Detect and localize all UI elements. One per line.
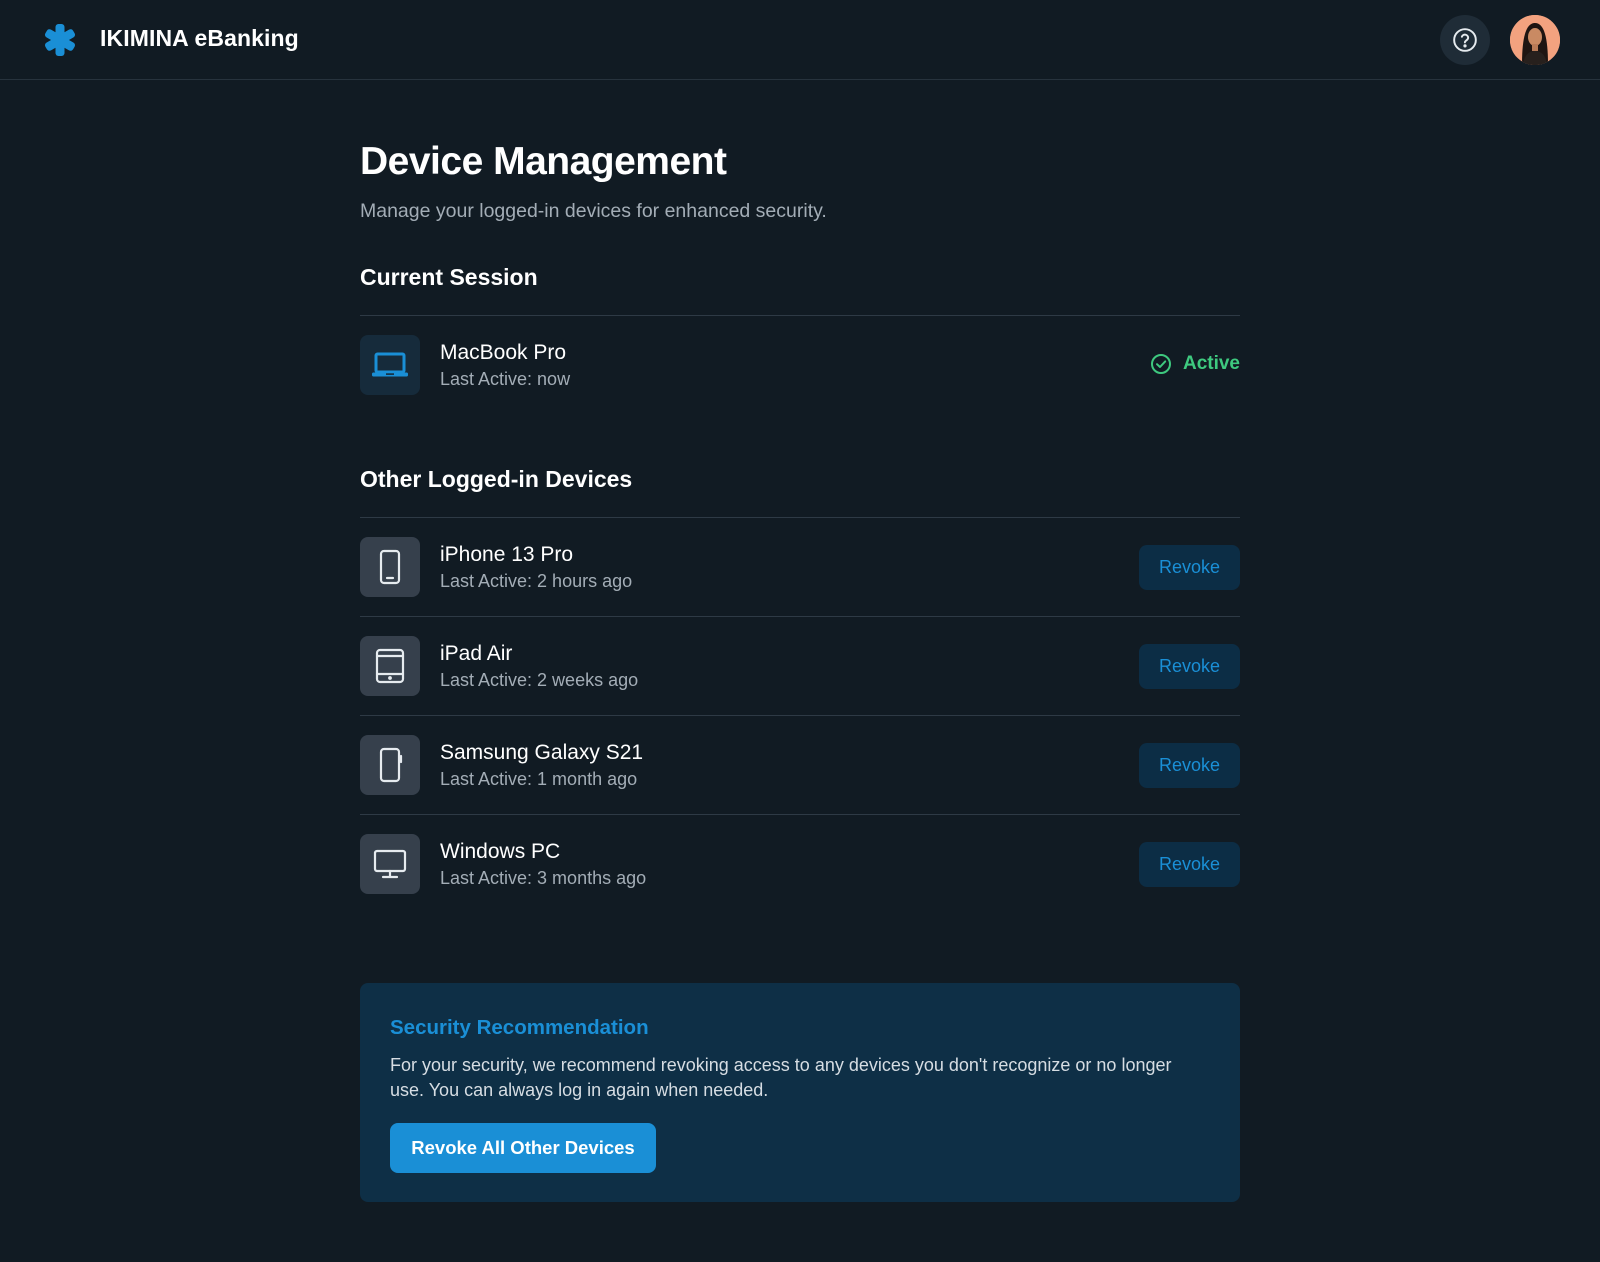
app-brand-name[interactable]: IKIMINA eBanking bbox=[100, 25, 299, 52]
asterisk-logo-icon[interactable] bbox=[42, 22, 78, 58]
device-icon-container bbox=[360, 335, 420, 395]
revoke-button[interactable]: Revoke bbox=[1139, 644, 1240, 689]
tablet-icon bbox=[375, 648, 405, 684]
check-circle-icon bbox=[1150, 354, 1171, 374]
revoke-button[interactable]: Revoke bbox=[1139, 842, 1240, 887]
recommendation-text: For your security, we recommend revoking… bbox=[390, 1055, 1172, 1100]
desktop-icon bbox=[373, 849, 407, 879]
avatar-portrait-icon bbox=[1510, 15, 1560, 65]
device-row: iPad Air Last Active: 2 weeks ago Revoke bbox=[360, 616, 1240, 716]
question-circle-icon bbox=[1453, 28, 1477, 52]
revoke-button[interactable]: Revoke bbox=[1139, 545, 1240, 590]
device-last-active: Last Active: 2 hours ago bbox=[440, 571, 633, 591]
current-device-row: MacBook Pro Last Active: now Active bbox=[360, 315, 1240, 415]
status-label: Active bbox=[1182, 353, 1240, 374]
device-row: Windows PC Last Active: 3 months ago Rev… bbox=[360, 814, 1240, 914]
recommendation-title: Security Recommendation bbox=[390, 1016, 649, 1039]
device-last-active: Last Active: now bbox=[440, 369, 571, 389]
revoke-button[interactable]: Revoke bbox=[1139, 743, 1240, 788]
device-last-active: Last Active: 1 month ago bbox=[440, 769, 638, 789]
device-last-active: Last Active: 2 weeks ago bbox=[440, 670, 639, 690]
security-recommendation-card: Security Recommendation For your securit… bbox=[360, 983, 1240, 1202]
device-name: iPad Air bbox=[440, 642, 513, 665]
device-name: MacBook Pro bbox=[440, 341, 567, 364]
revoke-all-button[interactable]: Revoke All Other Devices bbox=[390, 1123, 656, 1173]
device-name: Windows PC bbox=[440, 840, 561, 863]
help-button[interactable] bbox=[1440, 15, 1490, 65]
device-row: Samsung Galaxy S21 Last Active: 1 month … bbox=[360, 715, 1240, 815]
top-navigation-bar: IKIMINA eBanking bbox=[0, 0, 1600, 80]
device-icon-container bbox=[360, 834, 420, 894]
current-session-heading: Current Session bbox=[360, 264, 538, 290]
smartphone-icon bbox=[379, 747, 403, 783]
active-status: Active bbox=[1150, 353, 1240, 375]
laptop-icon bbox=[372, 352, 408, 377]
device-name: iPhone 13 Pro bbox=[440, 543, 574, 566]
device-icon-container bbox=[360, 636, 420, 696]
device-icon-container bbox=[360, 537, 420, 597]
device-name: Samsung Galaxy S21 bbox=[440, 741, 644, 764]
device-last-active: Last Active: 3 months ago bbox=[440, 868, 647, 888]
smartphone-icon bbox=[379, 549, 401, 585]
device-row: iPhone 13 Pro Last Active: 2 hours ago R… bbox=[360, 517, 1240, 617]
device-icon-container bbox=[360, 735, 420, 795]
page-subtitle: Manage your logged-in devices for enhanc… bbox=[360, 200, 827, 222]
page-title: Device Management bbox=[360, 140, 727, 183]
other-devices-heading: Other Logged-in Devices bbox=[360, 466, 633, 492]
user-avatar[interactable] bbox=[1510, 15, 1560, 65]
